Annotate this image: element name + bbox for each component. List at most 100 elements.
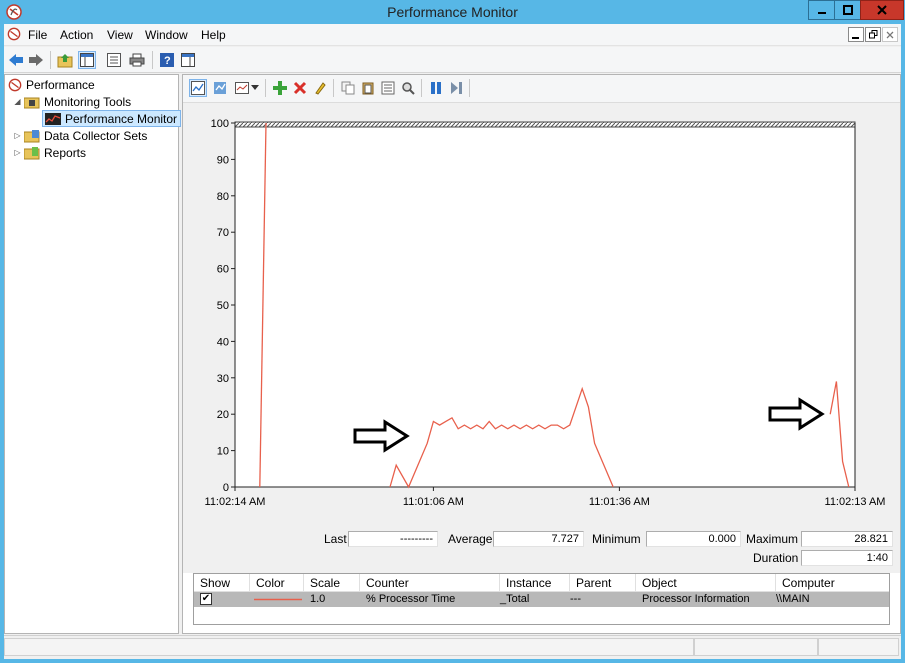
folder-reports-icon: [24, 146, 40, 159]
plus-icon: [273, 81, 287, 95]
child-minimize-button[interactable]: [848, 27, 864, 42]
performance-monitor-window: Performance Monitor File Action View Win…: [0, 0, 905, 663]
x-tick-label: 11:02:13 AM: [825, 496, 886, 508]
performance-monitor-pane: 0 10 20 30 40 50 60 70 80 90 100 11:02:14 AM 11:01:0…: [182, 74, 901, 634]
legend-row[interactable]: ✔ 1.0 % Processor Time _Total --- Proces…: [194, 592, 889, 607]
properties-button[interactable]: [379, 79, 397, 97]
y-tick-label: 40: [217, 336, 229, 348]
paste-icon: [362, 82, 374, 95]
print-button[interactable]: [128, 51, 146, 69]
menu-window[interactable]: Window: [145, 28, 188, 42]
expanded-arrow-icon[interactable]: ◢: [13, 97, 22, 106]
y-tick-label: 0: [223, 482, 229, 494]
current-activity-icon: [191, 81, 205, 95]
toolbar-separator: [333, 79, 334, 97]
duration-value: 1:40: [801, 550, 893, 566]
plot-area: [235, 123, 855, 487]
column-header-instance[interactable]: Instance: [500, 574, 570, 592]
scale-cell: 1.0: [310, 593, 326, 605]
toolbar-separator: [152, 51, 153, 69]
status-bar: [4, 635, 901, 657]
paste-counter-list-button[interactable]: [359, 79, 377, 97]
forward-button[interactable]: [27, 51, 45, 69]
update-data-button[interactable]: [447, 79, 465, 97]
parent-cell: ---: [570, 593, 581, 605]
tree-item-data-collector-sets[interactable]: ▷ Data Collector Sets: [13, 127, 147, 144]
tree-label: Data Collector Sets: [44, 128, 148, 143]
view-log-data-button[interactable]: [211, 79, 229, 97]
tree-item-reports[interactable]: ▷ Reports: [13, 144, 86, 161]
add-counter-button[interactable]: [271, 79, 289, 97]
minimum-label: Minimum: [592, 532, 641, 546]
help-icon: ?: [160, 53, 174, 67]
child-close-button[interactable]: [882, 27, 898, 42]
collapsed-arrow-icon[interactable]: ▷: [13, 131, 22, 140]
menu-help[interactable]: Help: [201, 28, 226, 42]
average-value: 7.727: [493, 531, 584, 547]
column-header-counter[interactable]: Counter: [360, 574, 500, 592]
minimum-value: 0.000: [646, 531, 741, 547]
performance-chart[interactable]: 0 10 20 30 40 50 60 70 80 90 100 11:02:14 AM 11:01:0…: [183, 103, 900, 533]
column-header-parent[interactable]: Parent: [570, 574, 636, 592]
maximum-value: 28.821: [801, 531, 893, 547]
status-panel-2: [694, 638, 818, 656]
copy-icon: [341, 81, 355, 95]
tree-item-performance[interactable]: Performance: [8, 76, 95, 93]
column-header-color[interactable]: Color: [250, 574, 304, 592]
chart-top-border: [234, 121, 856, 128]
view-current-activity-button[interactable]: [189, 79, 207, 97]
column-header-scale[interactable]: Scale: [304, 574, 360, 592]
maximize-button[interactable]: [834, 0, 861, 20]
performance-menu-icon[interactable]: [7, 27, 21, 41]
status-panel-main: [4, 638, 694, 656]
column-header-show[interactable]: Show: [194, 574, 250, 592]
column-header-computer[interactable]: Computer: [776, 574, 889, 592]
back-button[interactable]: [7, 51, 25, 69]
action-pane-icon: [181, 53, 195, 67]
y-tick-label: 90: [217, 154, 229, 166]
pause-icon: [431, 82, 441, 94]
menu-action[interactable]: Action: [60, 28, 93, 42]
child-restore-button[interactable]: [865, 27, 881, 42]
column-header-object[interactable]: Object: [636, 574, 776, 592]
menu-file[interactable]: File: [28, 28, 47, 42]
help-button[interactable]: ?: [158, 51, 176, 69]
step-forward-icon: [451, 82, 462, 94]
menu-bar: File Action View Window Help: [4, 24, 901, 46]
delete-counter-button[interactable]: [291, 79, 309, 97]
duration-label: Duration: [753, 551, 799, 565]
show-hide-console-tree-button[interactable]: [78, 51, 96, 69]
properties-icon: [107, 53, 121, 67]
chevron-down-icon: [251, 85, 259, 90]
minimize-button[interactable]: [808, 0, 835, 20]
statistics-bar: Last --------- Average 7.727 Minimum 0.0…: [183, 527, 900, 577]
tree-item-monitoring-tools[interactable]: ◢ Monitoring Tools: [13, 93, 131, 110]
collapsed-arrow-icon[interactable]: ▷: [13, 148, 22, 157]
maximum-label: Maximum: [746, 532, 799, 546]
legend-header: Show Color Scale Counter Instance Parent…: [194, 574, 889, 592]
tree-item-performance-monitor[interactable]: Performance Monitor: [42, 110, 182, 127]
up-one-level-button[interactable]: [56, 51, 74, 69]
maximize-icon: [842, 5, 853, 15]
check-icon: ✔: [201, 593, 211, 604]
close-button[interactable]: [860, 0, 904, 20]
highlighter-icon: [315, 82, 326, 95]
menu-view[interactable]: View: [107, 28, 133, 42]
highlight-button[interactable]: [311, 79, 329, 97]
change-graph-type-button[interactable]: [233, 79, 251, 97]
x-tick-label: 11:01:06 AM: [403, 496, 464, 508]
zoom-button[interactable]: [399, 79, 417, 97]
status-panel-3: [818, 638, 899, 656]
graph-toolbar: [183, 75, 900, 103]
properties-button[interactable]: [105, 51, 123, 69]
main-toolbar: ?: [4, 47, 901, 73]
graph-type-icon: [235, 82, 249, 94]
show-hide-action-pane-button[interactable]: [179, 51, 197, 69]
last-label: Last: [324, 532, 347, 546]
graph-type-dropdown[interactable]: [250, 79, 260, 97]
freeze-display-button[interactable]: [427, 79, 445, 97]
copy-properties-button[interactable]: [339, 79, 357, 97]
title-bar[interactable]: Performance Monitor: [0, 0, 905, 24]
y-tick-label: 30: [217, 373, 229, 385]
show-checkbox[interactable]: ✔: [200, 593, 212, 605]
